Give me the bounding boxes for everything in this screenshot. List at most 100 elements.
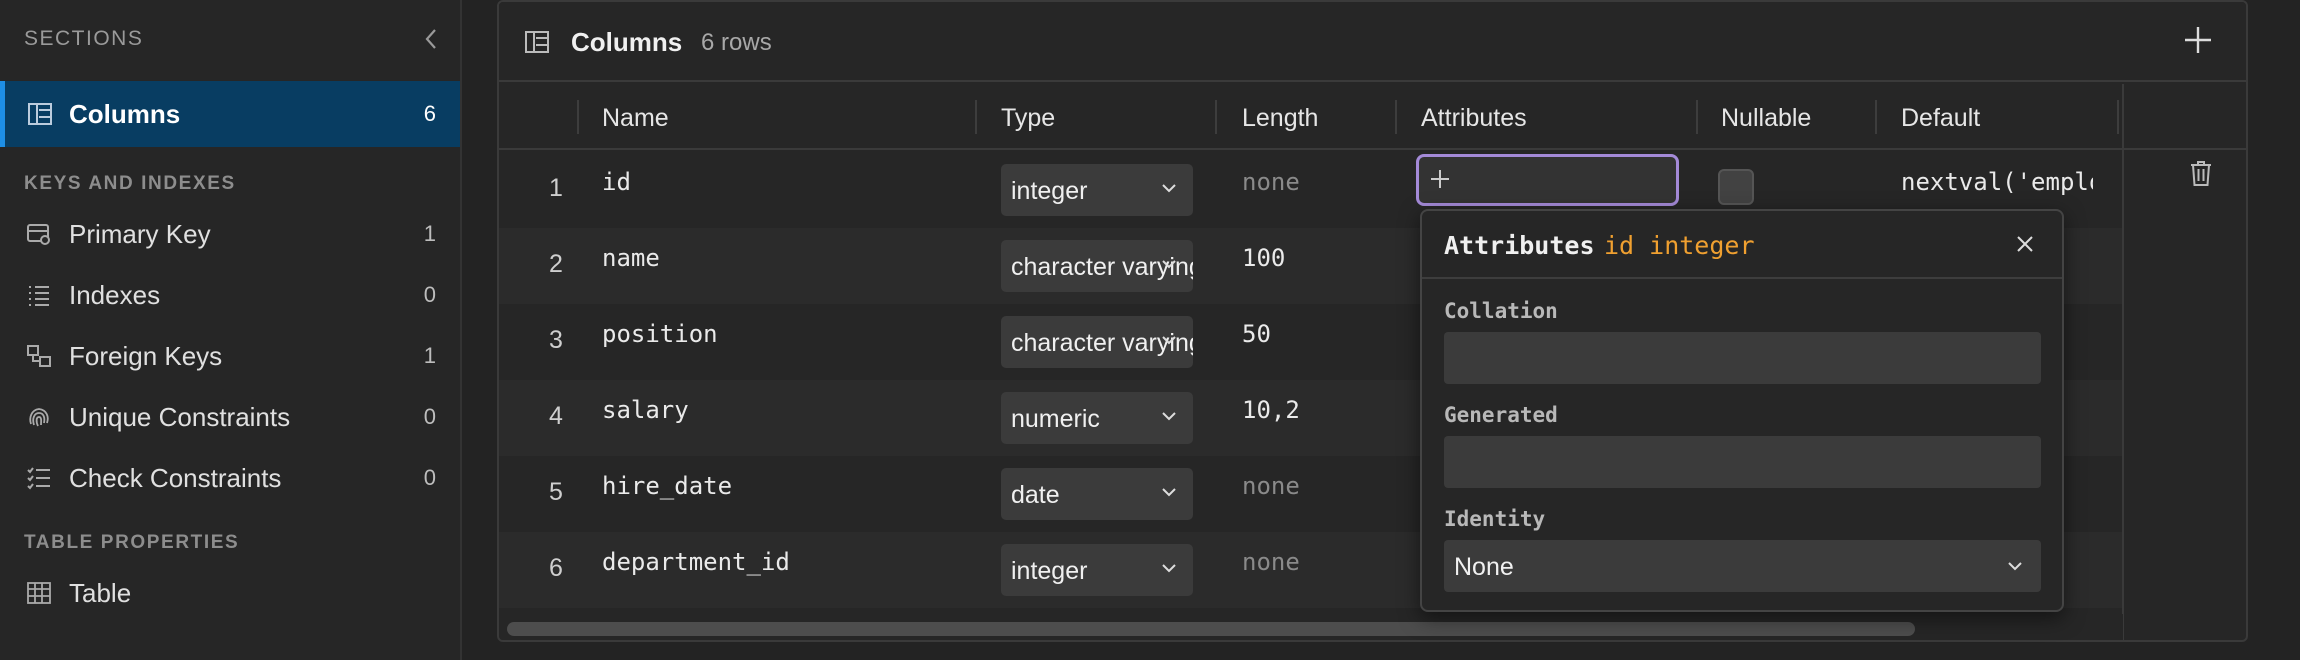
header-type[interactable]: Type [1001,104,1055,133]
row-number: 3 [549,326,563,354]
row-number: 1 [549,174,563,202]
chevron-down-icon [1162,336,1176,345]
close-icon[interactable] [2016,235,2034,253]
generated-input[interactable] [1444,436,2041,488]
add-column-button[interactable] [2180,22,2216,58]
header-attributes[interactable]: Attributes [1421,104,1527,133]
popover-column-type: id integer [1604,231,1755,260]
row-number: 2 [549,250,563,278]
header-length[interactable]: Length [1242,104,1318,133]
row-number: 4 [549,402,563,430]
plus-icon [1431,170,1449,188]
fingerprint-icon [29,408,49,427]
type-select[interactable]: date [1001,468,1193,520]
sidebar-item-columns[interactable]: Columns 6 [0,81,460,147]
scrollbar-thumb[interactable] [507,622,1915,636]
row-number: 6 [549,554,563,582]
columns-icon [525,31,549,53]
chevron-down-icon [1162,184,1176,193]
chevron-down-icon [1162,260,1176,269]
column-name[interactable]: position [602,320,718,348]
column-divider[interactable] [975,100,977,134]
type-value: numeric [1011,405,1100,433]
horizontal-scrollbar[interactable] [499,614,2123,640]
keys-indexes-heading: KEYS AND INDEXES [24,173,236,194]
column-name[interactable]: id [602,168,631,196]
chevron-left-icon [425,29,436,49]
panel-header: Columns 6 rows [499,2,2246,82]
collation-input[interactable] [1444,332,2041,384]
sections-heading: SECTIONS [24,27,144,50]
column-divider[interactable] [1875,100,1877,134]
length-value[interactable]: 100 [1242,244,1285,272]
sidebar-item-label: Columns [69,98,181,129]
sidebar-item-label: Unique Constraints [69,401,291,432]
columns-icon [28,103,52,125]
identity-value: None [1454,553,1514,581]
column-divider[interactable] [1395,100,1397,134]
type-select[interactable]: integer [1001,164,1193,216]
length-value[interactable]: 10,2 [1242,396,1300,424]
link-icon [27,345,51,367]
column-divider[interactable] [1215,100,1217,134]
sidebar-item-count: 1 [423,221,436,246]
length-value[interactable]: 50 [1242,320,1271,348]
panel-title: Columns [571,27,683,57]
sidebar-item-count: 0 [423,465,436,490]
identity-select[interactable]: None [1444,540,2041,592]
chevron-down-icon [1162,488,1176,497]
length-value[interactable]: none [1242,548,1300,576]
length-value[interactable]: none [1242,168,1300,196]
table-properties-heading: TABLE PROPERTIES [24,532,240,553]
type-value: integer [1011,557,1088,585]
column-divider[interactable] [1696,100,1698,134]
grid-header: Name Type Length Attributes Nullable Def… [499,84,2246,150]
row-count: 6 rows [701,29,772,56]
sidebar-item-count: 0 [423,282,436,307]
sidebar-item-count: 0 [423,404,436,429]
chevron-down-icon [1162,564,1176,573]
actions-divider [2122,84,2124,640]
popover-header: Attributes id integer [1422,211,2062,279]
sidebar-item-label: Primary Key [69,218,211,249]
type-value: integer [1011,177,1088,205]
nullable-checkbox[interactable] [1718,169,1754,205]
type-select[interactable]: numeric [1001,392,1193,444]
sidebar-item-foreign-keys[interactable]: Foreign Keys 1 [0,323,460,389]
sidebar-item-label: Table [69,577,132,608]
type-select[interactable]: character varying [1001,240,1193,292]
sidebar-item-indexes[interactable]: Indexes 0 [0,262,460,328]
sidebar-item-primary-key[interactable]: Primary Key 1 [0,201,460,267]
header-nullable[interactable]: Nullable [1721,104,1811,133]
trash-icon[interactable] [2189,159,2213,187]
default-value[interactable]: nextval('employees_id_seq'::regclass) [1901,168,2093,196]
type-select[interactable]: integer [1001,544,1193,596]
header-default[interactable]: Default [1901,104,1980,133]
column-name[interactable]: department_id [602,548,790,576]
popover-title: Attributes [1444,231,1595,260]
column-divider[interactable] [577,100,579,134]
column-name[interactable]: name [602,244,660,272]
header-name[interactable]: Name [602,104,669,133]
sidebar-item-count: 6 [423,101,436,126]
attributes-field[interactable] [1416,154,1679,206]
sidebar-item-label: Indexes [69,279,161,310]
key-icon [27,224,50,245]
row-number: 5 [549,478,563,506]
sidebar-item-table[interactable]: Table [0,560,460,626]
table-icon [27,582,51,604]
type-select[interactable]: character varying [1001,316,1193,368]
chevron-down-icon [2008,562,2022,571]
attributes-popover: Attributes id integer Collation Generate… [1420,209,2064,612]
sidebar: SECTIONS Columns 6 KEYS AND INDEXES Prim… [0,0,462,660]
list-icon [29,286,49,306]
sidebar-item-check-constraints[interactable]: Check Constraints 0 [0,445,460,511]
type-value: date [1011,481,1060,509]
column-name[interactable]: hire_date [602,472,732,500]
length-value[interactable]: none [1242,472,1300,500]
collapse-sidebar-button[interactable] [420,24,442,54]
generated-label: Generated [1444,403,1558,427]
sidebar-item-unique-constraints[interactable]: Unique Constraints 0 [0,384,460,450]
column-name[interactable]: salary [602,396,689,424]
column-divider[interactable] [2117,100,2119,134]
